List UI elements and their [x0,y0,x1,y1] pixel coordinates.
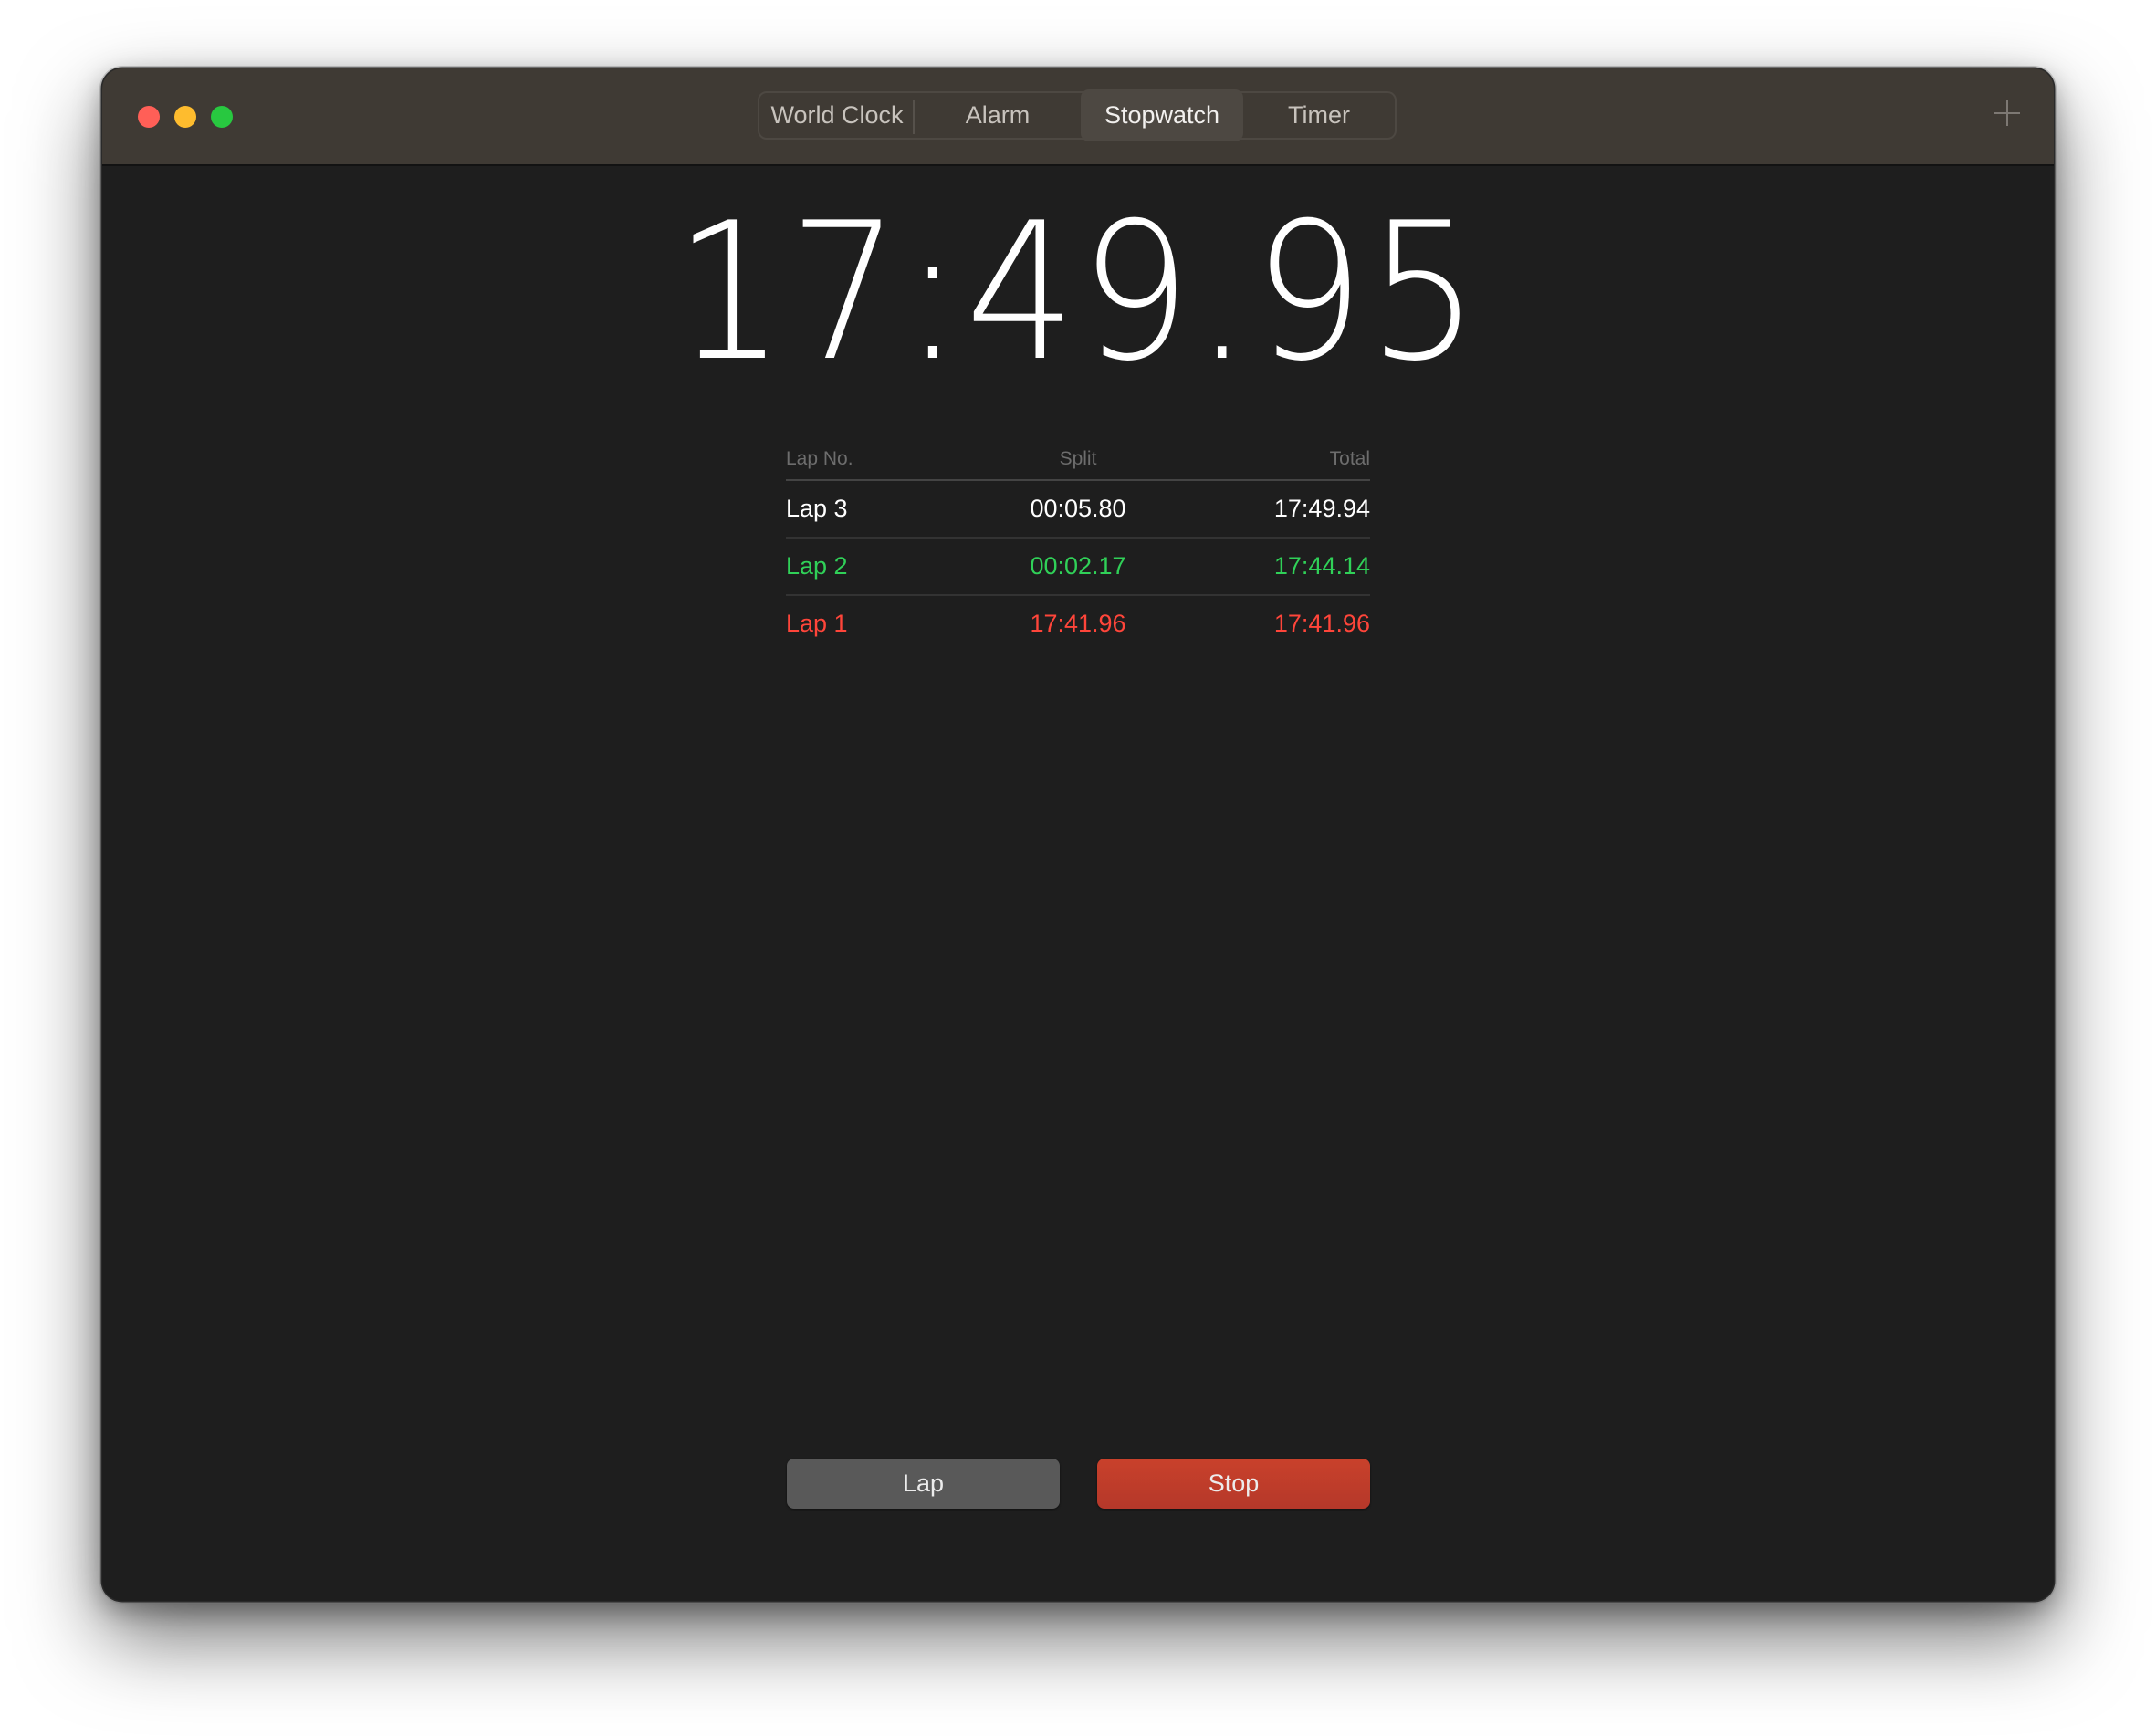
lap-number: Lap 2 [786,552,848,580]
tab-world-clock[interactable]: World Clock [759,93,915,138]
plus-icon[interactable] [1994,100,2020,126]
zoom-button[interactable] [211,106,233,128]
clock-window: World Clock Alarm Stopwatch Timer 17:49.… [102,68,2054,1601]
lap-row: Lap 3 00:05.80 17:49.94 [786,481,1370,539]
lap-number: Lap 1 [786,610,848,637]
lap-total: 17:44.14 [1273,552,1370,580]
lap-row-slowest: Lap 1 17:41.96 17:41.96 [786,596,1370,652]
lap-split: 17:41.96 [1030,610,1126,637]
tab-alarm[interactable]: Alarm [915,93,1081,138]
tab-label: Stopwatch [1104,101,1220,129]
lap-table-header: Lap No. Split Total [786,438,1370,481]
lap-total: 17:41.96 [1273,610,1370,637]
stopwatch-display: 17:49.95 [102,183,2054,403]
tab-label: Timer [1288,101,1350,129]
tab-stopwatch[interactable]: Stopwatch [1081,89,1243,141]
tab-label: World Clock [770,101,904,129]
lap-total: 17:49.94 [1273,495,1370,522]
column-header-total: Total [1329,447,1370,469]
stop-button-label: Stop [1208,1469,1260,1497]
elapsed-time: 17:49.95 [674,183,1482,403]
lap-number: Lap 3 [786,495,848,522]
close-button[interactable] [138,106,160,128]
column-header-split: Split [1059,447,1097,469]
tab-segmented-control: World Clock Alarm Stopwatch Timer [758,89,1397,141]
tab-label: Alarm [965,101,1031,129]
lap-table: Lap No. Split Total Lap 3 00:05.80 17:49… [786,438,1370,652]
lap-split: 00:05.80 [1030,495,1126,522]
lap-split: 00:02.17 [1030,552,1126,580]
lap-button-label: Lap [902,1469,945,1497]
tab-timer[interactable]: Timer [1243,93,1395,138]
lap-button[interactable]: Lap [787,1459,1060,1509]
minimize-button[interactable] [174,106,196,128]
stop-button[interactable]: Stop [1097,1459,1370,1509]
title-bar: World Clock Alarm Stopwatch Timer [102,68,2054,166]
column-header-lap: Lap No. [786,447,853,469]
lap-row-fastest: Lap 2 00:02.17 17:44.14 [786,539,1370,596]
